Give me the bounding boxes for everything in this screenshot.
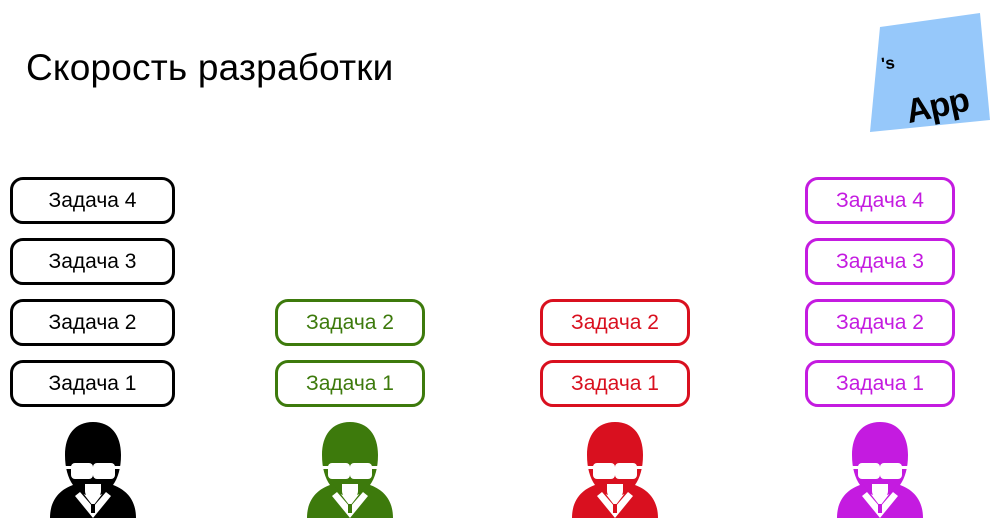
task-card[interactable]: Задача 1 [540, 360, 690, 407]
task-card[interactable]: Задача 1 [805, 360, 955, 407]
task-card-list-1: Задача 4 Задача 3 Задача 2 Задача 1 [10, 177, 175, 407]
task-card[interactable]: Задача 4 [805, 177, 955, 224]
developer-column-2: Задача 2 Задача 1 [275, 299, 425, 520]
task-card[interactable]: Задача 3 [10, 238, 175, 285]
task-card[interactable]: Задача 2 [10, 299, 175, 346]
task-card-list-2: Задача 2 Задача 1 [275, 299, 425, 407]
task-card-list-3: Задача 2 Задача 1 [540, 299, 690, 407]
task-card[interactable]: Задача 2 [275, 299, 425, 346]
task-card-list-4: Задача 4 Задача 3 Задача 2 Задача 1 [805, 177, 955, 407]
developer-avatar-1 [10, 420, 175, 520]
developer-avatar-3 [540, 420, 690, 520]
developer-column-3: Задача 2 Задача 1 [540, 299, 690, 520]
developer-avatar-4 [805, 420, 955, 520]
developer-avatar-2 [275, 420, 425, 520]
task-card[interactable]: Задача 4 [10, 177, 175, 224]
developer-column-4: Задача 4 Задача 3 Задача 2 Задача 1 [805, 177, 955, 520]
bearded-person-with-glasses-icon [572, 422, 658, 518]
task-board: Задача 4 Задача 3 Задача 2 Задача 1 Зада… [0, 0, 995, 520]
task-card[interactable]: Задача 2 [540, 299, 690, 346]
task-card[interactable]: Задача 3 [805, 238, 955, 285]
task-card[interactable]: Задача 2 [805, 299, 955, 346]
bearded-person-with-glasses-icon [49, 422, 136, 518]
task-card[interactable]: Задача 1 [10, 360, 175, 407]
bearded-person-with-glasses-icon [837, 422, 923, 518]
bearded-person-with-glasses-icon [307, 422, 393, 518]
developer-column-1: Задача 4 Задача 3 Задача 2 Задача 1 [10, 177, 175, 520]
task-card[interactable]: Задача 1 [275, 360, 425, 407]
